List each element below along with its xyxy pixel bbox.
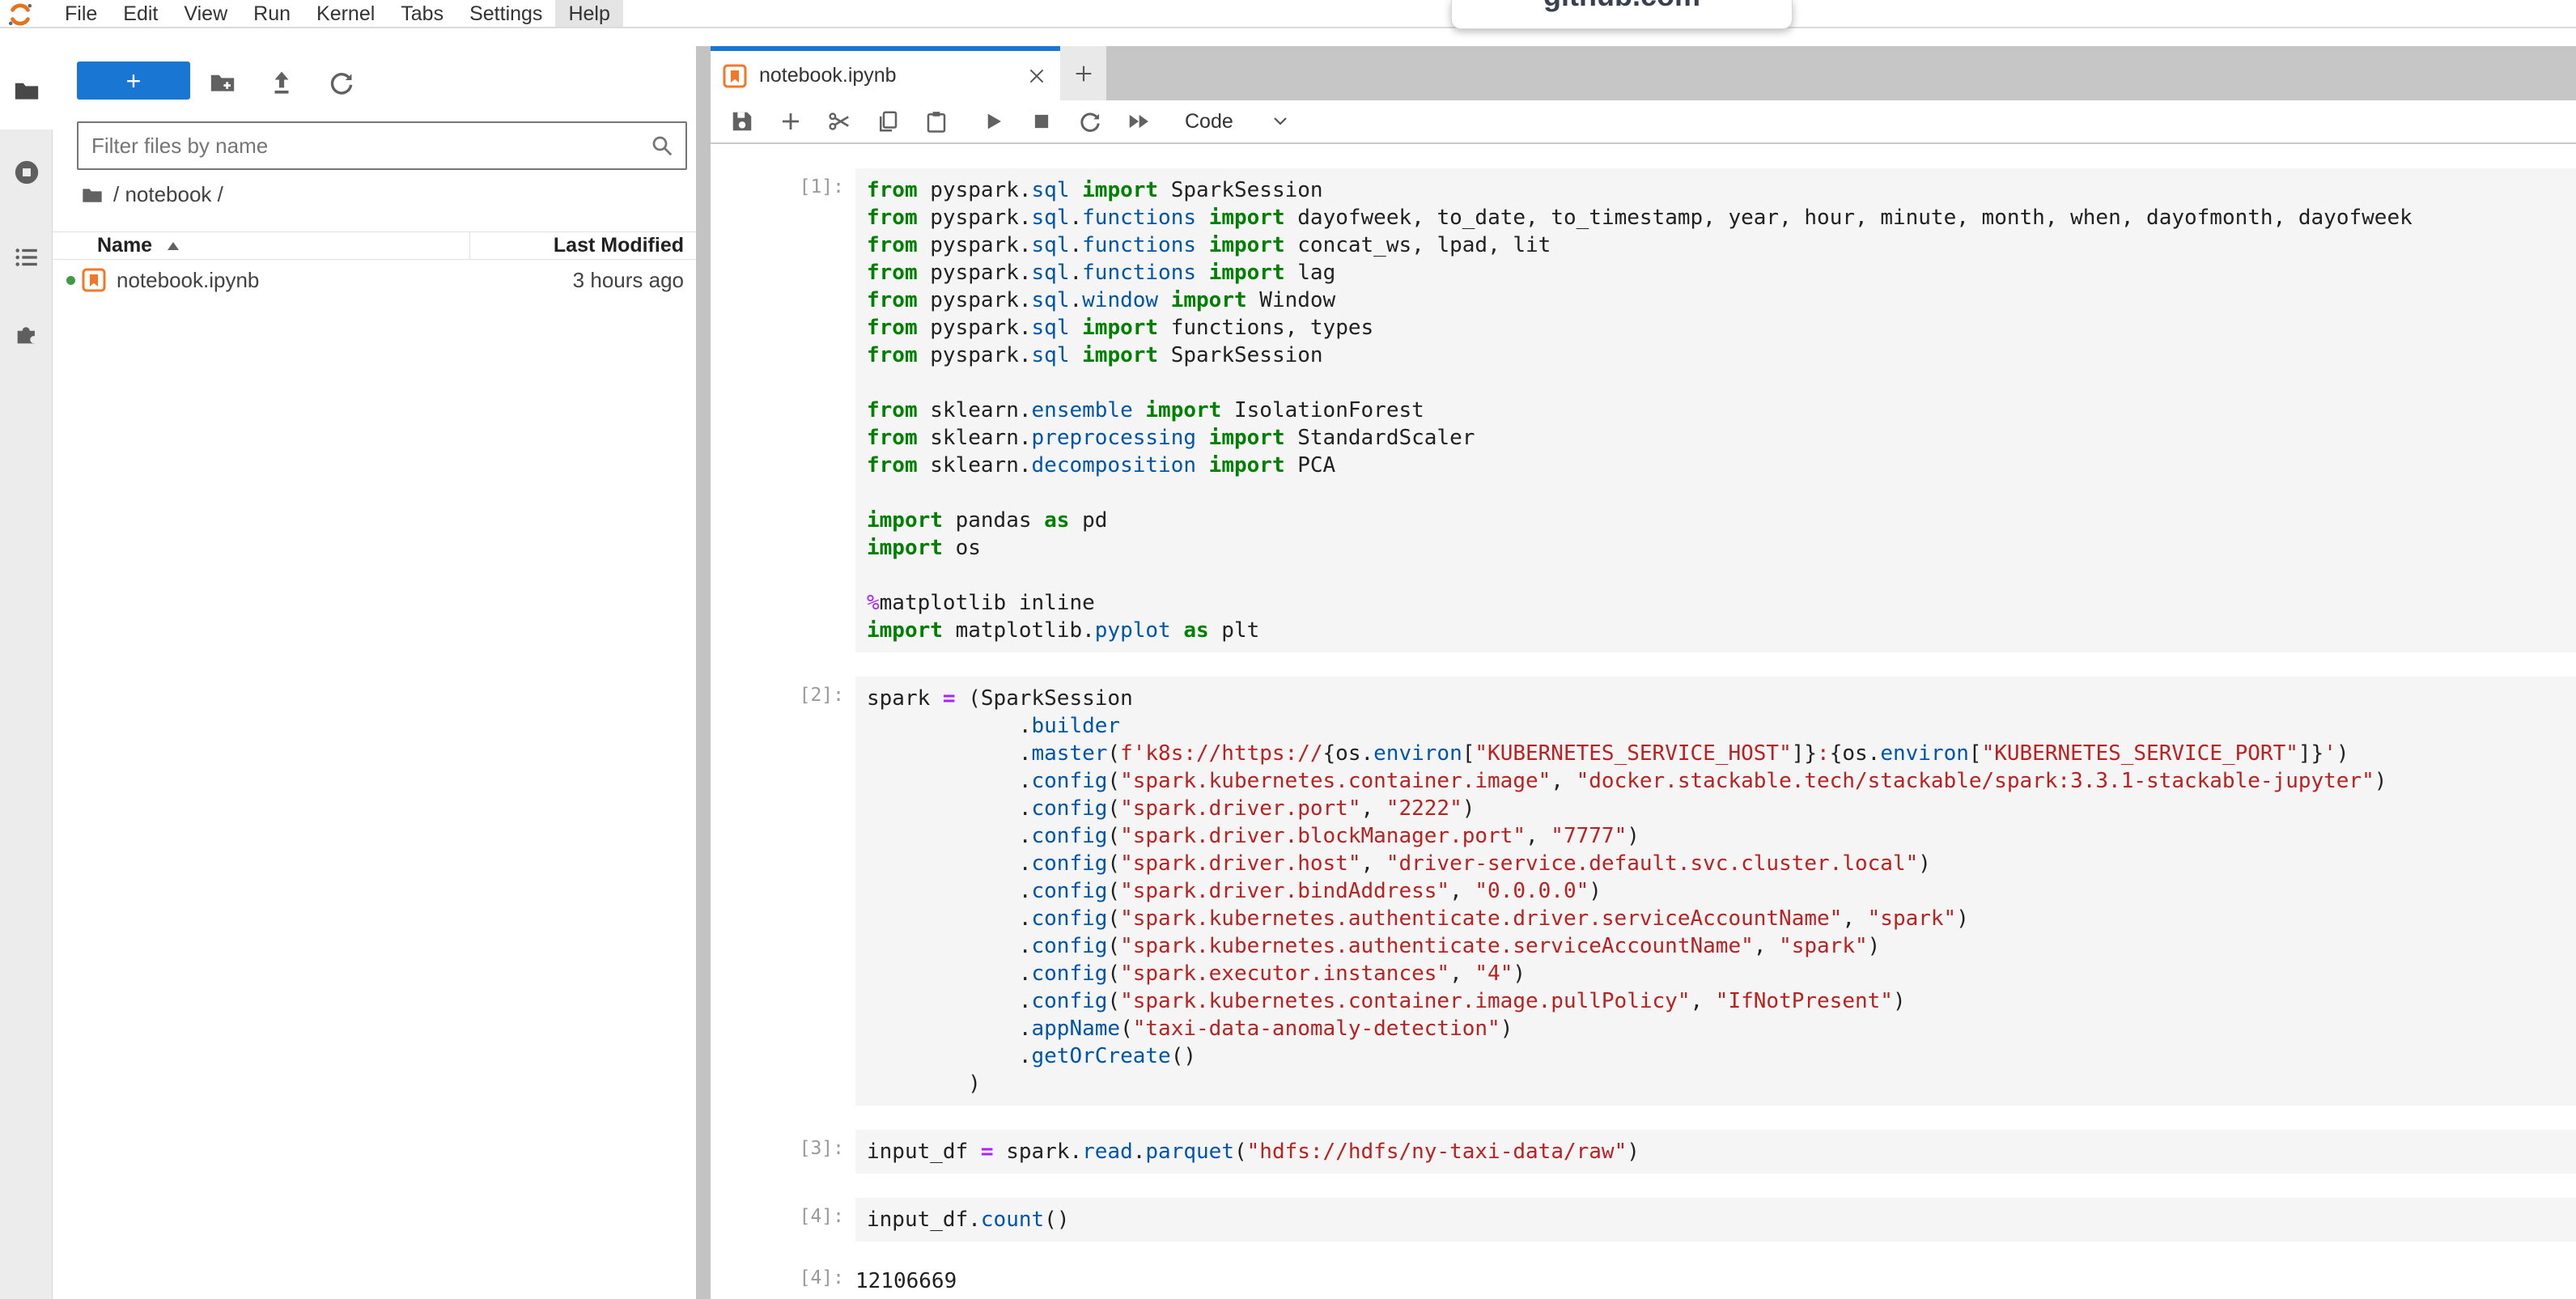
copy-icon[interactable] — [876, 109, 900, 134]
main-dock-panel: notebook.ipynb — [711, 27, 2576, 1299]
tab-bar: notebook.ipynb — [711, 46, 2576, 100]
filter-box — [77, 121, 687, 170]
breadcrumb-path: / notebook / — [113, 182, 223, 207]
activity-bar — [0, 27, 53, 1299]
file-row[interactable]: notebook.ipynb3 hours ago — [53, 259, 696, 301]
stop-icon[interactable] — [1029, 109, 1054, 134]
running-kernel-dot — [66, 276, 75, 285]
menu-item-file[interactable]: File — [52, 0, 110, 27]
menu-item-help[interactable]: Help — [555, 0, 622, 27]
new-folder-icon[interactable] — [209, 69, 236, 96]
jupyterhub-logo-icon — [6, 1, 34, 28]
notebook-cell: [3]:input_df = spark.read.parquet("hdfs:… — [711, 1130, 2576, 1174]
search-icon — [650, 134, 674, 158]
table-of-contents-icon[interactable] — [13, 244, 40, 271]
notebook-cell: [1]:from pyspark.sql import SparkSession… — [711, 168, 2576, 652]
menu-item-view[interactable]: View — [171, 0, 240, 27]
upload-icon[interactable] — [268, 69, 295, 96]
notebook-toolbar: Code — [711, 100, 2576, 144]
file-list-header: Name Last Modified — [53, 231, 696, 260]
menu-items: FileEditViewRunKernelTabsSettingsHelp — [52, 0, 623, 27]
run-icon[interactable] — [981, 109, 1005, 134]
browser-popup: github.com — [1451, 0, 1793, 29]
add-tab-button[interactable] — [1060, 46, 1106, 100]
menu-item-run[interactable]: Run — [240, 0, 303, 27]
code-cell-input[interactable]: from pyspark.sql import SparkSessionfrom… — [855, 168, 2576, 652]
modified-column-header[interactable]: Last Modified — [470, 234, 696, 257]
cell-list: [1]:from pyspark.sql import SparkSession… — [711, 144, 2576, 1295]
menu-item-settings[interactable]: Settings — [456, 0, 555, 27]
file-name: notebook.ipynb — [117, 268, 573, 293]
code-cell-input[interactable]: input_df = spark.read.parquet("hdfs://hd… — [855, 1130, 2576, 1174]
name-column-label: Name — [97, 234, 152, 257]
file-modified: 3 hours ago — [573, 268, 696, 293]
cell-output: [4]:12106669 — [711, 1259, 2576, 1295]
popup-origin-text: github.com — [1452, 0, 1792, 13]
file-browser-panel: + / notebook / Name Last Modified — [53, 27, 696, 1299]
breadcrumb[interactable]: / notebook / — [81, 182, 223, 207]
paste-icon[interactable] — [924, 109, 948, 134]
panel-splitter[interactable] — [696, 46, 711, 1299]
menu-item-edit[interactable]: Edit — [110, 0, 171, 27]
cell-type-dropdown[interactable]: Code — [1185, 110, 1288, 134]
folder-icon[interactable] — [13, 77, 40, 104]
menu-item-kernel[interactable]: Kernel — [303, 0, 388, 27]
running-kernels-icon[interactable] — [13, 159, 40, 186]
notebook-icon — [81, 267, 107, 293]
notebook-icon — [722, 63, 748, 89]
code-cell-input[interactable]: input_df.count() — [855, 1198, 2576, 1242]
cell-input-prompt: [2]: — [711, 677, 855, 1106]
name-column-header[interactable]: Name — [53, 234, 469, 257]
sort-ascending-icon — [167, 241, 180, 251]
close-icon[interactable] — [1026, 66, 1047, 87]
cell-output-prompt: [4]: — [711, 1259, 855, 1295]
chevron-down-icon — [1272, 116, 1288, 127]
new-launcher-button[interactable]: + — [77, 62, 190, 100]
cell-input-prompt: [1]: — [711, 168, 855, 652]
save-icon[interactable] — [730, 109, 754, 134]
cell-output-value: 12106669 — [855, 1259, 957, 1295]
menu-item-tabs[interactable]: Tabs — [388, 0, 456, 27]
code-cell-input[interactable]: spark = (SparkSession .builder .master(f… — [855, 677, 2576, 1106]
activity-bar-background — [0, 129, 53, 1299]
filter-files-input[interactable] — [79, 134, 645, 159]
tab-icon-slot — [711, 63, 748, 89]
file-list: notebook.ipynb3 hours ago — [53, 259, 696, 301]
notebook-cell: [2]:spark = (SparkSession .builder .mast… — [711, 677, 2576, 1106]
home-folder-icon[interactable] — [81, 184, 104, 206]
menu-bar: FileEditViewRunKernelTabsSettingsHelp — [0, 0, 2576, 28]
cell-input-prompt: [3]: — [711, 1130, 855, 1174]
extensions-icon[interactable] — [13, 321, 40, 348]
plus-icon — [1072, 62, 1095, 85]
run-all-icon[interactable] — [1127, 109, 1151, 134]
cell-input-prompt: [4]: — [711, 1198, 855, 1242]
cell-type-label: Code — [1185, 110, 1233, 134]
refresh-icon[interactable] — [328, 69, 355, 96]
tab-notebook[interactable]: notebook.ipynb — [711, 46, 1060, 100]
tab-title: notebook.ipynb — [759, 64, 897, 87]
notebook-cell: [4]:input_df.count() — [711, 1198, 2576, 1242]
cut-icon[interactable] — [827, 109, 851, 134]
add-cell-icon[interactable] — [779, 109, 803, 134]
restart-kernel-icon[interactable] — [1078, 109, 1102, 134]
